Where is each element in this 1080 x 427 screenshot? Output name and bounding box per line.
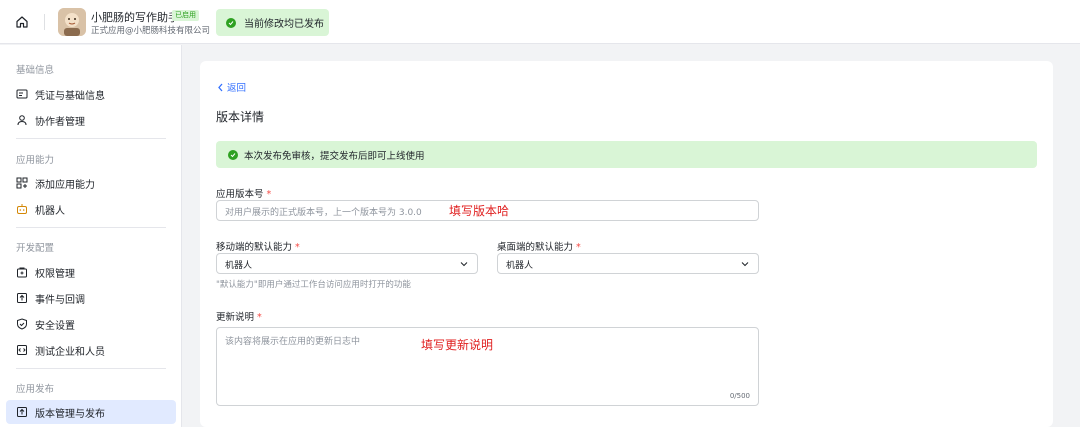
update-notes-placeholder: 该内容将展示在应用的更新日志中 (225, 337, 361, 347)
sidebar-divider (16, 138, 166, 139)
required-mark: * (266, 189, 272, 200)
publish-status-text: 当前修改均已发布 (244, 19, 324, 30)
sidebar-item-robot[interactable]: 机器人 (6, 197, 176, 221)
chevron-down-icon (460, 262, 468, 267)
sidebar-item-label: 凭证与基础信息 (35, 90, 105, 102)
mobile-default-label: 移动端的默认能力 * (216, 242, 300, 253)
robot-icon (16, 203, 28, 215)
status-badge: 已启用 (172, 10, 199, 21)
user-icon (16, 114, 28, 126)
shield-icon (16, 318, 28, 330)
sidebar: 基础信息 凭证与基础信息 协作者管理 应用能力 添加应用能力 机器人 开发配置 … (0, 45, 182, 427)
notice-text: 本次发布免审核，提交发布后即可上线使用 (244, 150, 425, 162)
back-link[interactable]: 返回 (217, 80, 246, 94)
page-title: 版本详情 (216, 110, 265, 124)
test-icon (16, 344, 28, 356)
sidebar-item-label: 添加应用能力 (35, 179, 95, 191)
top-header: 小肥肠的写作助手 已启用 正式应用@小肥肠科技有限公司 当前修改均已发布 (0, 0, 1080, 44)
sidebar-item-test-users[interactable]: 测试企业和人员 (6, 338, 176, 362)
mobile-default-value: 机器人 (225, 261, 253, 271)
version-annotation: 填写版本哈 (449, 204, 510, 218)
sidebar-item-label: 协作者管理 (35, 116, 85, 128)
version-label: 应用版本号 * (216, 189, 272, 200)
section-title-publish: 应用发布 (16, 384, 55, 395)
sidebar-item-label: 权限管理 (35, 268, 75, 280)
required-mark: * (295, 242, 300, 253)
app-subtitle: 正式应用@小肥肠科技有限公司 (91, 26, 211, 36)
section-title-dev: 开发配置 (16, 243, 55, 254)
event-icon (16, 292, 28, 304)
version-detail-card: 返回 版本详情 本次发布免审核，提交发布后即可上线使用 应用版本号 * 对用户展示… (200, 61, 1053, 427)
required-mark: * (257, 312, 262, 323)
sidebar-item-label: 版本管理与发布 (35, 408, 105, 420)
back-link-label: 返回 (227, 83, 247, 94)
section-title-capabilities: 应用能力 (16, 155, 55, 166)
sidebar-item-label: 安全设置 (35, 320, 75, 332)
default-capability-hint: "默认能力"即用户通过工作台访问应用时打开的功能 (216, 280, 411, 290)
desktop-default-value: 机器人 (506, 261, 534, 271)
sidebar-item-label: 测试企业和人员 (35, 346, 105, 358)
check-circle-icon (226, 17, 236, 28)
sidebar-divider (16, 227, 166, 228)
desktop-default-label: 桌面端的默认能力 * (497, 242, 581, 253)
home-icon[interactable] (12, 12, 32, 32)
version-placeholder: 对用户展示的正式版本号，上一个版本号为 3.0.0 (225, 208, 422, 218)
sidebar-item-security[interactable]: 安全设置 (6, 312, 176, 336)
app-name: 小肥肠的写作助手 (91, 11, 179, 24)
upload-icon (16, 406, 28, 418)
sidebar-item-label: 机器人 (35, 205, 65, 217)
chevron-left-icon (218, 83, 223, 91)
sidebar-item-events[interactable]: 事件与回调 (6, 286, 176, 310)
header-divider (44, 14, 45, 30)
chevron-down-icon (741, 262, 749, 267)
sidebar-item-credentials[interactable]: 凭证与基础信息 (6, 82, 176, 106)
check-circle-icon (228, 149, 238, 160)
review-exempt-notice: 本次发布免审核，提交发布后即可上线使用 (216, 141, 1037, 168)
update-notes-label: 更新说明 * (216, 312, 262, 323)
sidebar-divider (16, 368, 166, 369)
sidebar-item-permissions[interactable]: 权限管理 (6, 260, 176, 284)
char-counter: 0/500 (729, 392, 750, 400)
sidebar-item-add-capability[interactable]: 添加应用能力 (6, 171, 176, 195)
required-mark: * (576, 242, 581, 253)
sidebar-item-version-management[interactable]: 版本管理与发布 (6, 400, 176, 424)
sidebar-item-label: 事件与回调 (35, 294, 85, 306)
add-apps-icon (16, 177, 28, 189)
publish-status-banner: 当前修改均已发布 (216, 9, 329, 36)
credential-icon (16, 88, 28, 100)
section-title-basic: 基础信息 (16, 65, 55, 76)
mobile-default-select[interactable]: 机器人 (216, 253, 478, 274)
permission-icon (16, 266, 28, 278)
app-avatar (58, 8, 86, 36)
sidebar-item-collaborators[interactable]: 协作者管理 (6, 108, 176, 132)
update-notes-annotation: 填写更新说明 (421, 338, 494, 352)
desktop-default-select[interactable]: 机器人 (497, 253, 759, 274)
